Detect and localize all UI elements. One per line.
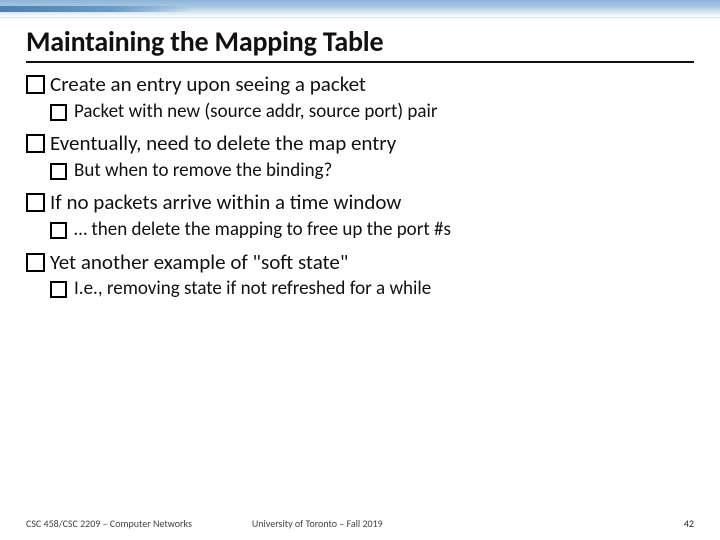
footer-institution: University of Toronto – Fall 2019 bbox=[252, 517, 383, 530]
bullet-l1: Eventually, need to delete the map entry bbox=[26, 130, 694, 157]
bullet-l2: I.e., removing state if not refreshed fo… bbox=[26, 277, 694, 301]
bullet-l1: Yet another example of "soft state" bbox=[26, 249, 694, 276]
bullet-l2: But when to remove the binding? bbox=[26, 159, 694, 183]
footer-page-number: 42 bbox=[383, 517, 694, 530]
footer-course: CSC 458/CSC 2209 – Computer Networks bbox=[26, 517, 252, 530]
slide-top-accent bbox=[0, 0, 720, 18]
slide-body: Maintaining the Mapping Table Create an … bbox=[0, 18, 720, 308]
bullet-l1: Create an entry upon seeing a packet bbox=[26, 71, 694, 98]
bullet-l1: If no packets arrive within a time windo… bbox=[26, 189, 694, 216]
slide-footer: CSC 458/CSC 2209 – Computer Networks Uni… bbox=[0, 517, 720, 530]
bullet-l2: … then delete the mapping to free up the… bbox=[26, 218, 694, 242]
slide-title: Maintaining the Mapping Table bbox=[26, 24, 694, 63]
bullet-l2: Packet with new (source addr, source por… bbox=[26, 100, 694, 124]
bullet-list: Create an entry upon seeing a packet Pac… bbox=[26, 71, 694, 302]
